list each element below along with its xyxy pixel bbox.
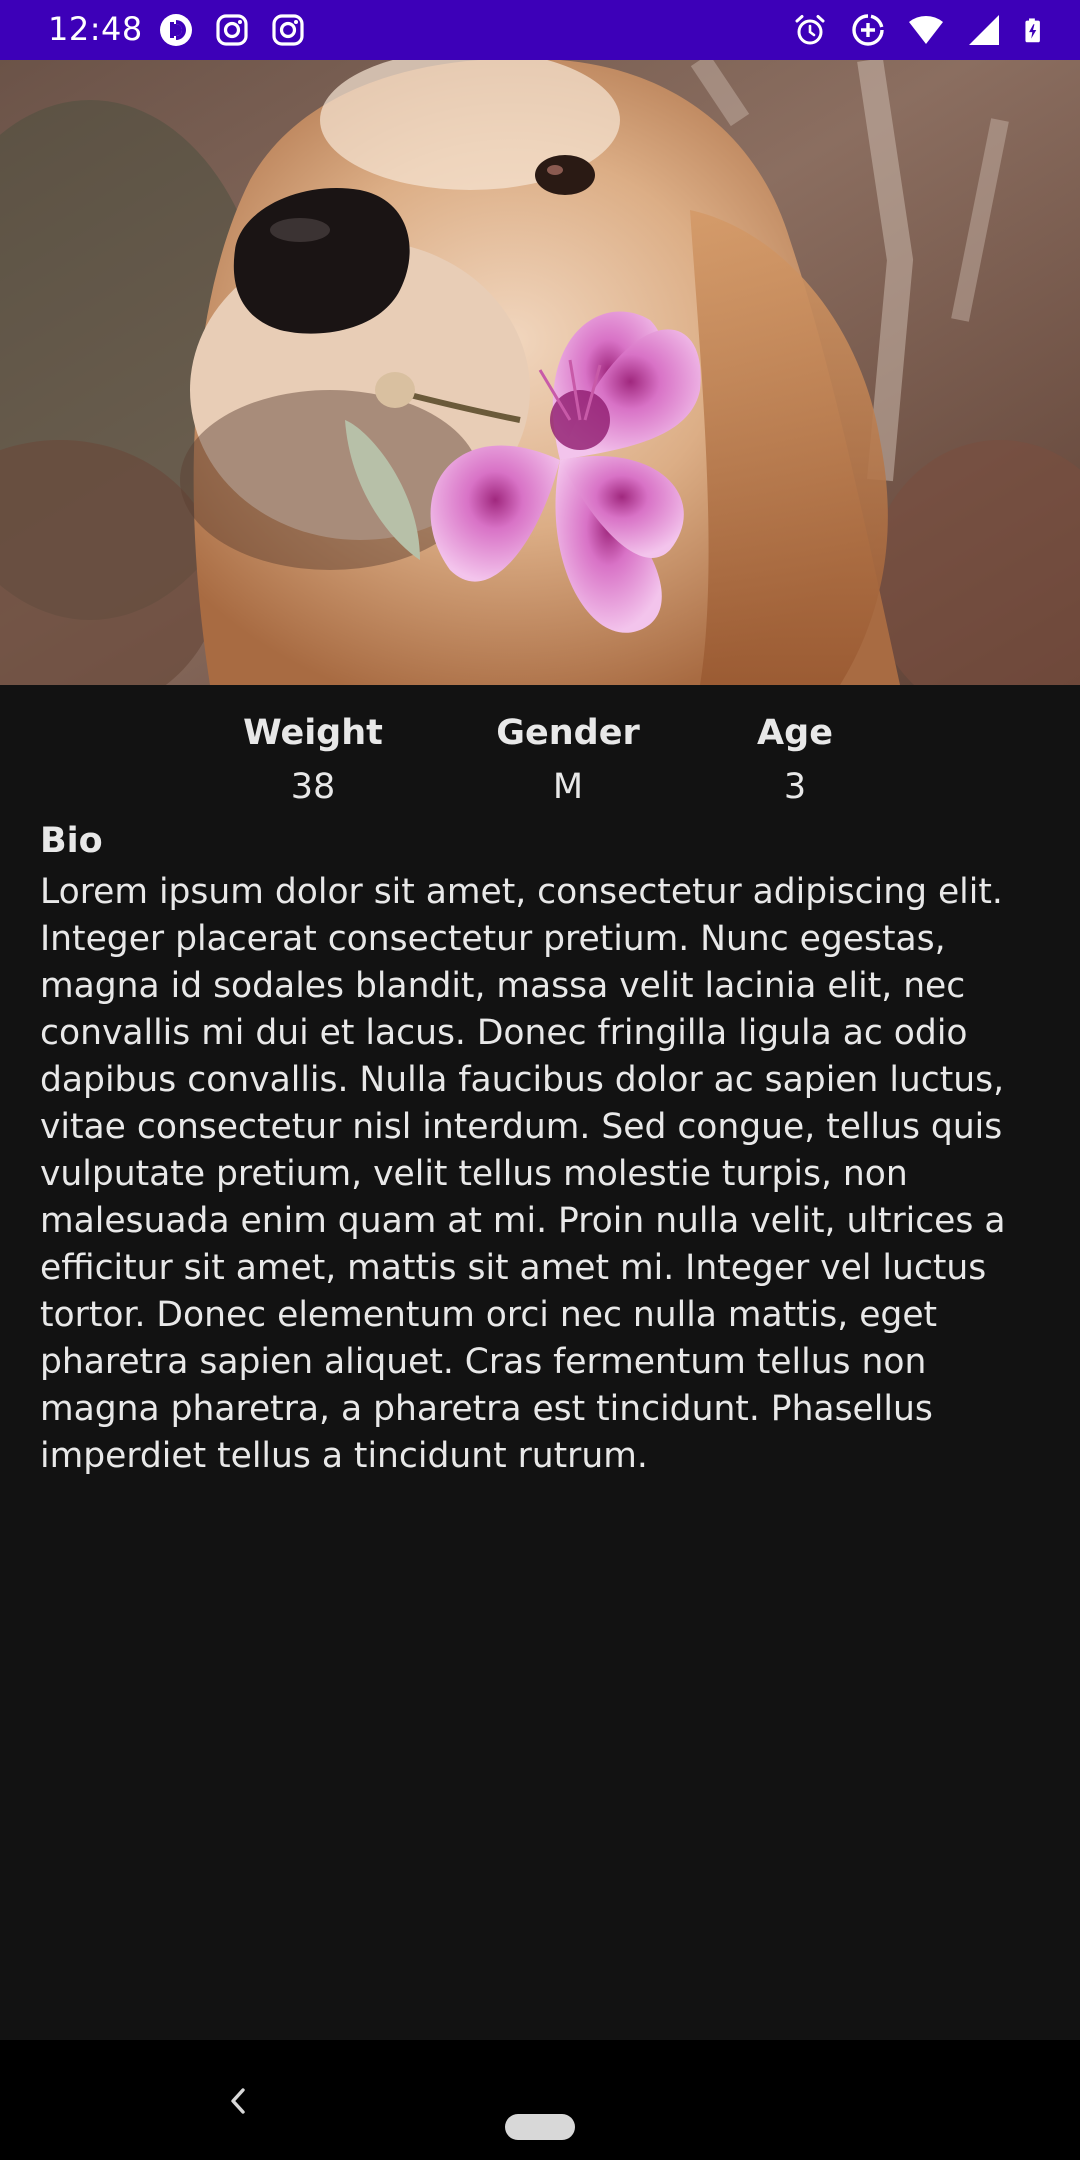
bio-heading: Bio — [40, 821, 103, 861]
home-pill-icon[interactable] — [505, 2114, 575, 2140]
status-time: 12:48 — [48, 10, 143, 48]
system-icons — [792, 12, 1050, 48]
alarm-icon — [795, 15, 825, 45]
gender-stat: Gender M — [468, 706, 668, 814]
pet-photo — [0, 60, 1080, 685]
bio-text: Lorem ipsum dolor sit amet, consectetur … — [40, 872, 1006, 1476]
weight-label: Weight — [243, 713, 383, 753]
cellular-signal-icon — [969, 15, 999, 45]
back-chevron-icon[interactable] — [222, 2080, 252, 2122]
weight-stat: Weight 38 — [213, 706, 413, 814]
status-bar: 12:48 — [0, 0, 1080, 60]
gender-label: Gender — [496, 713, 640, 753]
pet-stats: Weight 38 Gender M Age 3 — [0, 706, 1080, 816]
age-value: 3 — [783, 767, 807, 807]
pet-detail-screen: 12:48 Weight 38 Gender M Age 3 Bio Lorem… — [0, 0, 1080, 2160]
age-label: Age — [757, 713, 833, 753]
navigation-bar — [0, 2040, 1080, 2160]
wifi-icon — [909, 15, 943, 44]
instagram-icon — [272, 14, 304, 46]
notification-icons — [158, 12, 306, 48]
dog-with-pink-flower-photo — [0, 60, 1080, 685]
instagram-icon — [216, 14, 248, 46]
pocket-casts-icon — [160, 14, 192, 46]
battery-charging-icon — [1025, 18, 1040, 43]
gender-value: M — [552, 767, 584, 807]
data-saver-icon — [852, 14, 884, 46]
weight-value: 38 — [290, 767, 336, 807]
age-stat: Age 3 — [695, 706, 895, 814]
